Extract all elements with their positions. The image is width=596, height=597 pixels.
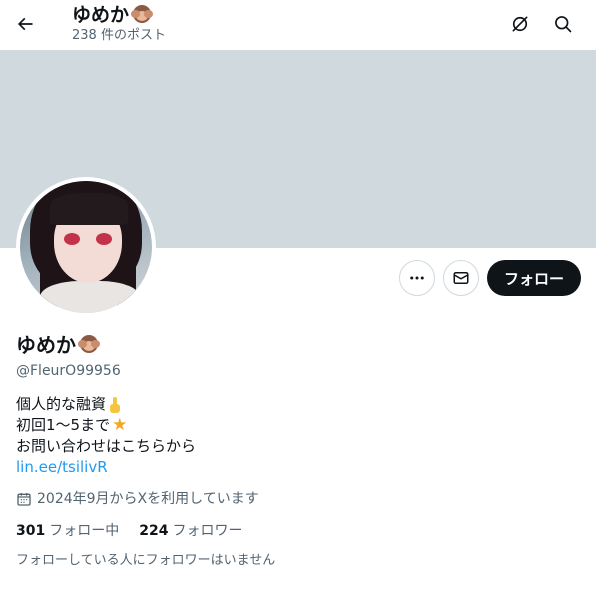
joined-text: 2024年9月からXを利用しています: [37, 491, 259, 507]
profile-handle: @FleurO99956: [16, 363, 121, 379]
mail-icon: [453, 272, 469, 284]
profile-avatar[interactable]: [16, 177, 156, 317]
follow-button[interactable]: フォロー: [487, 260, 581, 296]
header-post-count: 238 件のポスト: [72, 28, 166, 43]
pointing-up-hand-icon: [108, 396, 122, 413]
search-icon: [555, 16, 572, 33]
profile-bio: 個人的な融資 初回1〜5まで ★ お問い合わせはこちらから lin.ee/tsi…: [16, 394, 196, 478]
profile-display-name-row: ゆめか: [16, 332, 100, 358]
followed-by-note: フォローしている人にフォロワーはいません: [16, 553, 276, 568]
see-no-evil-monkey-icon: [131, 4, 154, 26]
bio-text: 初回1〜5まで: [16, 416, 111, 434]
search-button[interactable]: [546, 7, 580, 41]
bio-line: 初回1〜5まで ★: [16, 415, 196, 436]
bio-link[interactable]: lin.ee/tsilivR: [16, 457, 108, 478]
bio-line: 個人的な融資: [16, 394, 196, 415]
more-horizontal-icon: [410, 276, 424, 280]
profile-page: ゆめか 238 件のポスト フォロー ゆめか @FleurO99956 個人的な…: [0, 0, 596, 597]
profile-header: ゆめか 238 件のポスト: [0, 0, 596, 50]
see-no-evil-monkey-icon: [78, 334, 100, 356]
bio-text: お問い合わせはこちらから: [16, 437, 197, 455]
profile-display-name: ゆめか: [16, 333, 76, 357]
back-button[interactable]: [8, 7, 42, 41]
header-name: ゆめか: [72, 4, 130, 26]
following-label: フォロー中: [49, 523, 120, 539]
grok-icon: [512, 16, 528, 32]
following-count: 301: [16, 523, 46, 539]
followers-label: フォロワー: [172, 523, 243, 539]
bio-text: 個人的な融資: [16, 395, 107, 413]
joined-date: 2024年9月からXを利用しています: [16, 489, 259, 509]
back-arrow-icon: [17, 17, 33, 31]
header-title-group: ゆめか 238 件のポスト: [72, 2, 166, 44]
grok-button[interactable]: [503, 7, 537, 41]
calendar-icon: [17, 493, 31, 506]
followers-link[interactable]: 224 フォロワー: [139, 521, 242, 541]
message-button[interactable]: [443, 260, 479, 296]
follow-stats: 301 フォロー中 224 フォロワー: [16, 521, 262, 541]
following-link[interactable]: 301 フォロー中: [16, 521, 119, 541]
star-icon: ★: [112, 415, 128, 435]
bio-line: お問い合わせはこちらから: [16, 436, 196, 457]
bio-line: lin.ee/tsilivR: [16, 457, 196, 478]
header-name-row: ゆめか: [72, 2, 166, 28]
followers-count: 224: [139, 523, 169, 539]
more-options-button[interactable]: [399, 260, 435, 296]
avatar-image: [20, 181, 152, 313]
